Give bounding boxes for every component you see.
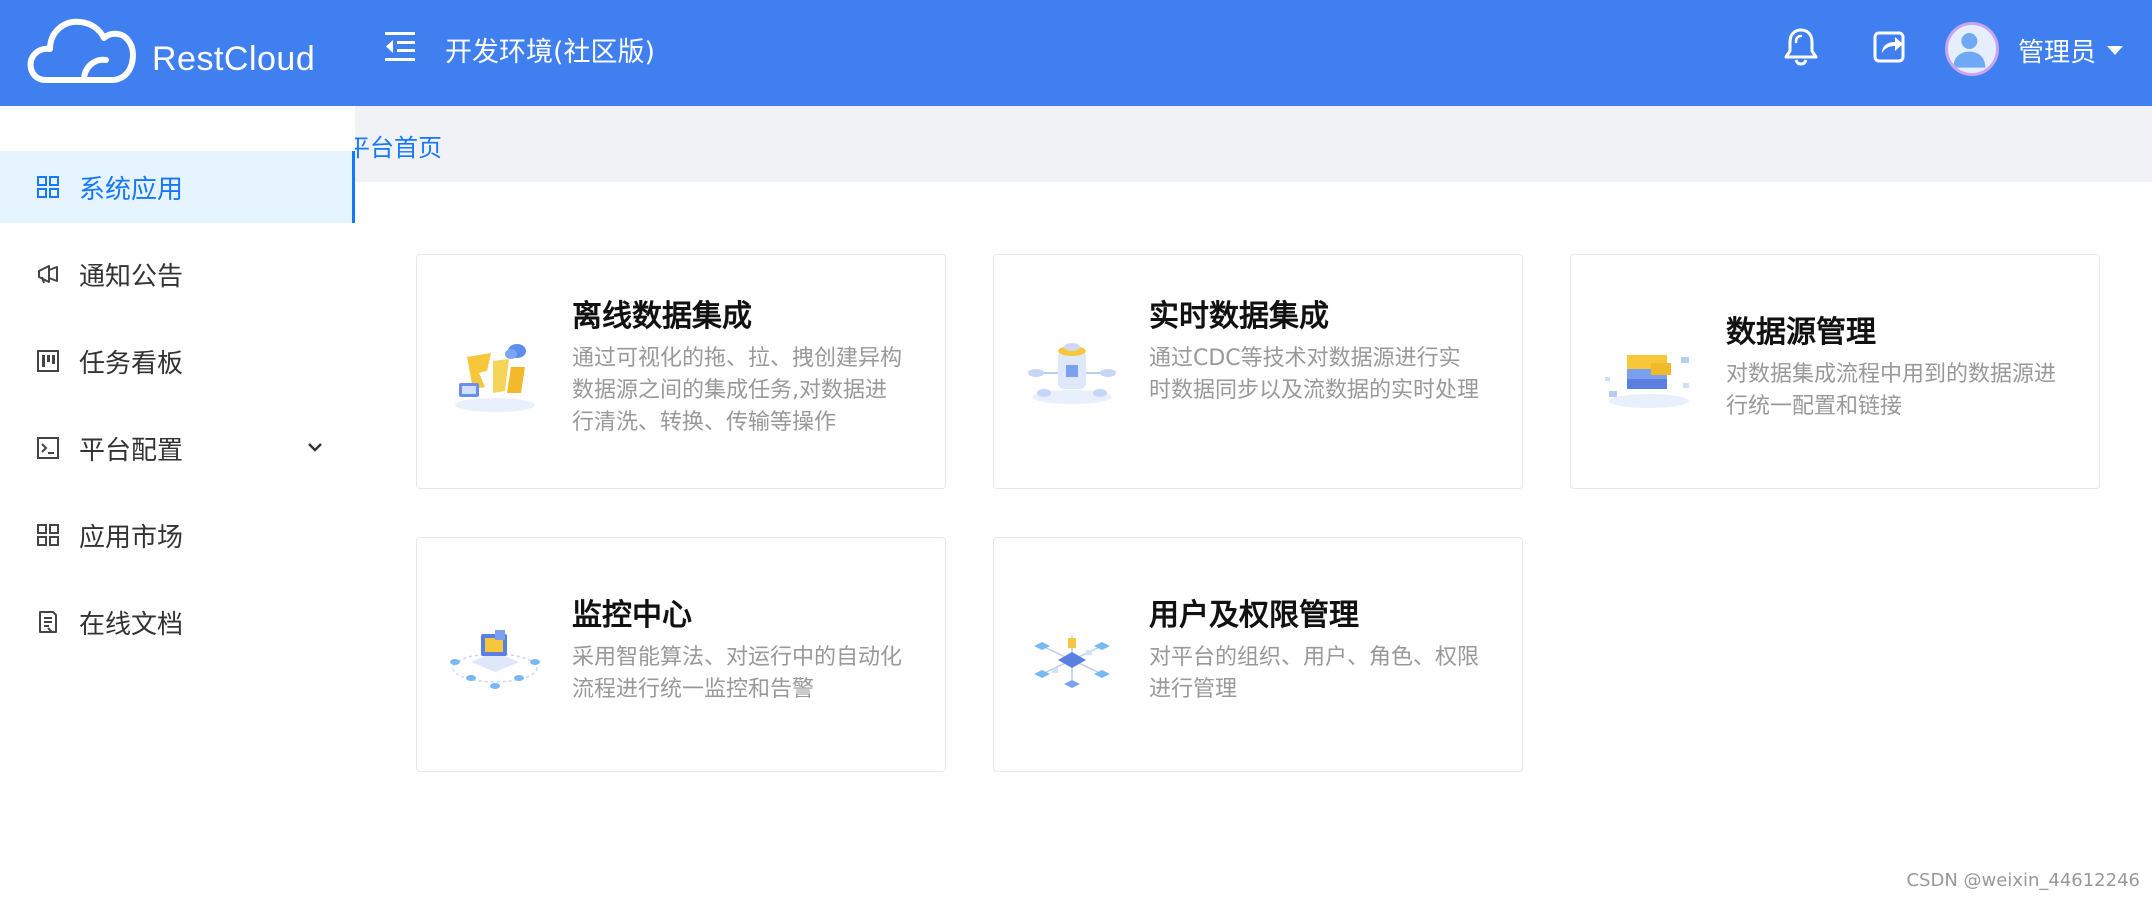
sidebar-item-online-docs[interactable]: 在线文档	[0, 586, 355, 658]
card-description: 采用智能算法、对运行中的自动化流程进行统一监控和告警	[572, 645, 903, 702]
card-realtime-integration[interactable]: 实时数据集成 通过CDC等技术对数据源进行实时数据同步以及流数据的实时处理	[993, 254, 1523, 489]
datasource-management-illustration-icon	[1605, 355, 1689, 408]
sidebar-item-label: 平台配置	[79, 435, 184, 466]
megaphone-icon	[38, 265, 58, 284]
user-avatar[interactable]	[1945, 22, 1999, 76]
sidebar: 系统应用 通知公告 任务看板 平台配置 应用市场 在线文档	[0, 106, 355, 901]
sidebar-item-label: 系统应用	[79, 174, 184, 205]
document-icon	[39, 611, 57, 633]
card-offline-integration[interactable]: 离线数据集成 通过可视化的拖、拉、拽创建异构数据源之间的集成任务,对数据进行清洗…	[416, 254, 946, 489]
environment-title: 开发环境(社区版)	[445, 37, 656, 68]
breadcrumb-home-link[interactable]: 平台首页	[355, 128, 442, 163]
caret-down-icon[interactable]	[2107, 46, 2123, 55]
sidebar-item-system-apps[interactable]: 系统应用	[0, 151, 355, 223]
card-title: 用户及权限管理	[1149, 598, 1359, 633]
monitoring-center-illustration-icon	[450, 630, 540, 689]
sidebar-item-task-board[interactable]: 任务看板	[0, 325, 355, 397]
realtime-integration-illustration-icon	[1028, 343, 1116, 404]
watermark: CSDN @weixin_44612246	[1906, 870, 2140, 891]
grid-icon	[37, 524, 59, 546]
sidebar-item-notices[interactable]: 通知公告	[0, 238, 355, 310]
app-root: RestCloud 开发环境(社区版) 管理员 系统应用 通知公告 任务看板 平…	[0, 0, 2152, 901]
grid-icon	[37, 176, 59, 198]
top-header: RestCloud 开发环境(社区版) 管理员	[0, 0, 2152, 106]
card-datasource-management[interactable]: 数据源管理 对数据集成流程中用到的数据源进行统一配置和链接	[1570, 254, 2100, 489]
card-title: 实时数据集成	[1149, 299, 1329, 334]
brand-logo[interactable]: RestCloud	[26, 10, 326, 90]
offline-integration-illustration-icon	[455, 344, 535, 412]
menu-fold-icon[interactable]	[383, 28, 419, 64]
sidebar-item-label: 通知公告	[79, 261, 184, 292]
terminal-icon	[37, 437, 59, 459]
cloud-logo-icon	[27, 18, 136, 83]
card-description: 通过可视化的拖、拉、拽创建异构数据源之间的集成任务,对数据进行清洗、转换、传输等…	[572, 346, 903, 435]
breadcrumb: 平台首页	[355, 106, 2152, 182]
card-description: 对平台的组织、用户、角色、权限进行管理	[1149, 645, 1480, 702]
kanban-icon	[37, 350, 59, 372]
chevron-down-icon[interactable]	[306, 438, 324, 456]
user-name[interactable]: 管理员	[2018, 32, 2096, 69]
card-description: 对数据集成流程中用到的数据源进行统一配置和链接	[1726, 362, 2057, 419]
card-title: 数据源管理	[1726, 315, 1876, 350]
bell-icon[interactable]	[1783, 26, 1819, 66]
share-icon[interactable]	[1872, 28, 1908, 64]
card-description: 通过CDC等技术对数据源进行实时数据同步以及流数据的实时处理	[1149, 346, 1480, 403]
card-title: 监控中心	[572, 598, 692, 633]
user-avatar-icon	[1953, 33, 1986, 68]
sidebar-item-app-market[interactable]: 应用市场	[0, 499, 355, 571]
sidebar-item-platform-config[interactable]: 平台配置	[0, 412, 355, 484]
card-title: 离线数据集成	[572, 299, 752, 334]
brand-name: RestCloud	[152, 39, 316, 78]
card-user-permission-management[interactable]: 用户及权限管理 对平台的组织、用户、角色、权限进行管理	[993, 537, 1523, 772]
card-monitoring-center[interactable]: 监控中心 采用智能算法、对运行中的自动化流程进行统一监控和告警	[416, 537, 946, 772]
sidebar-item-label: 在线文档	[79, 609, 184, 640]
user-permission-illustration-icon	[1034, 636, 1110, 688]
sidebar-item-label: 应用市场	[79, 522, 184, 553]
sidebar-item-label: 任务看板	[79, 348, 184, 379]
